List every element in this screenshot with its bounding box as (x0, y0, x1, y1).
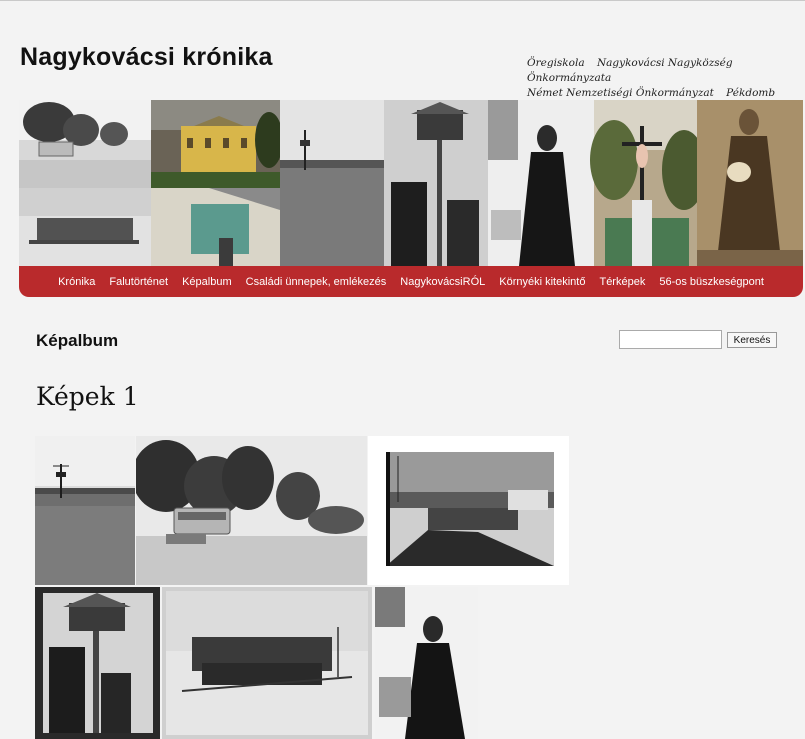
gallery-photo-bus-and-trees[interactable] (136, 436, 367, 585)
nav-item-kornyeki-kitekinto[interactable]: Környéki kitekintő (499, 276, 585, 288)
nav-item-56-os-buszkesegpont[interactable]: 56-os büszkeségpont (659, 276, 764, 288)
nav-item-terkepek[interactable]: Térképek (599, 276, 645, 288)
nav-item-kepalbum[interactable]: Képalbum (182, 276, 232, 288)
main-navigation: Krónika Falutörténet Képalbum Családi ün… (19, 266, 803, 297)
bus-and-trees-photo (136, 436, 367, 585)
nav-item-kronika[interactable]: Krónika (58, 276, 95, 288)
top-link-nemet-onkormanyzat[interactable]: Német Nemzetiségi Önkormányzat (527, 87, 714, 99)
header: Krónika Falutörténet Képalbum Családi ün… (19, 100, 803, 297)
site-title[interactable]: Nagykovácsi krónika (20, 43, 273, 72)
gallery-photo-old-woman[interactable] (375, 587, 478, 739)
birdhouse-men-photo (35, 587, 160, 739)
old-woman-in-black-photo (375, 587, 478, 739)
house-facade-photo (151, 188, 280, 266)
search-button[interactable]: Keresés (727, 332, 777, 348)
crucifix-photo (590, 100, 706, 266)
top-link-pekdomb[interactable]: Pékdomb (726, 87, 775, 99)
gallery-photo-birdhouse-men[interactable] (35, 587, 160, 739)
nav-item-nagykovacsirol[interactable]: NagykovácsiRÓL (400, 276, 485, 288)
gallery-photo-village-bridge-winter[interactable] (368, 436, 569, 585)
album-title: Képek 1 (36, 382, 139, 411)
woman-with-flowers-photo (697, 100, 803, 266)
weather-station-field-photo (35, 436, 135, 585)
weather-station-field-photo (280, 100, 384, 266)
skiers-group-photo (19, 188, 151, 266)
village-bridge-winter-photo (368, 436, 569, 585)
old-woman-in-black-photo (488, 100, 594, 266)
page-heading: Képalbum (36, 331, 119, 350)
nav-item-csaladi-unnepek[interactable]: Családi ünnepek, emlékezés (246, 276, 387, 288)
top-links: Öregiskola Nagykovácsi Nagyközség Önkorm… (527, 56, 797, 101)
yellow-villa-photo (151, 100, 283, 188)
search-input[interactable] (619, 330, 722, 349)
birdhouse-men-photo (384, 100, 488, 266)
header-banner (19, 100, 803, 266)
landscape-bus-photo (19, 100, 151, 188)
gallery-photo-skiers-group[interactable] (162, 587, 372, 739)
skiers-group-photo (162, 587, 372, 739)
nav-item-falutortenet[interactable]: Falutörténet (109, 276, 168, 288)
top-link-oregiskola[interactable]: Öregiskola (527, 57, 585, 69)
gallery-photo-weather-station[interactable] (35, 436, 135, 585)
